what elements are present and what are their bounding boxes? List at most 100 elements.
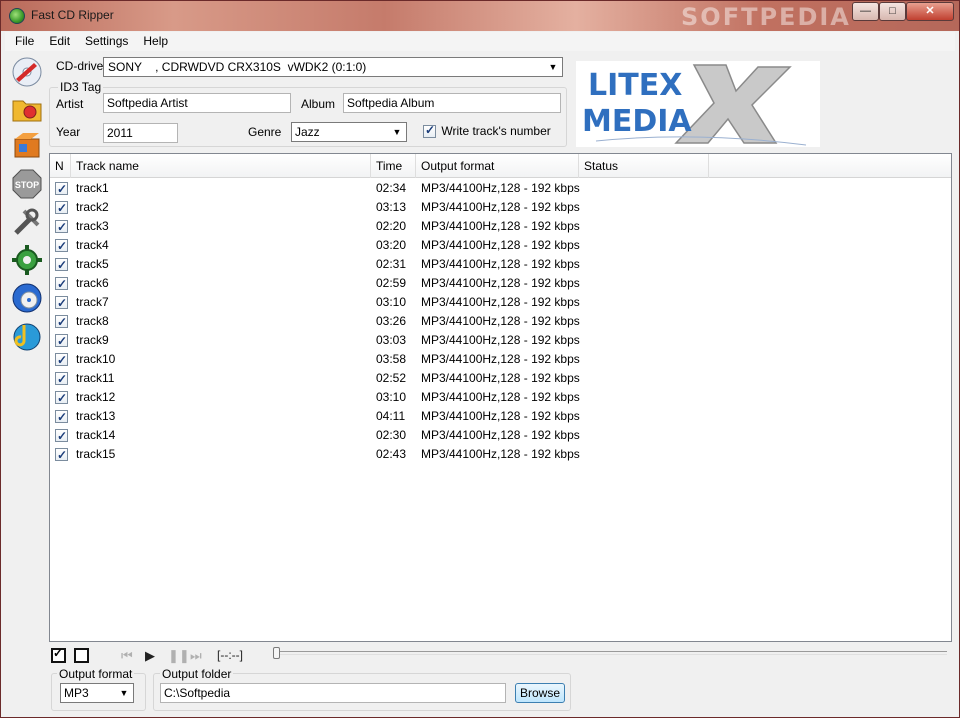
- minimize-button[interactable]: —: [852, 2, 879, 21]
- year-field[interactable]: 2011: [103, 123, 178, 143]
- cd-web-icon[interactable]: [10, 281, 44, 315]
- track-checkbox[interactable]: [55, 180, 68, 199]
- column-track-name[interactable]: Track name: [71, 154, 371, 178]
- pause-icon[interactable]: ❚❚: [168, 648, 190, 664]
- track-format: MP3/44100Hz,128 - 192 kbps: [421, 200, 580, 214]
- track-checkbox[interactable]: [55, 408, 68, 427]
- track-name: track10: [76, 352, 116, 366]
- track-list[interactable]: N Track name Time Output format Status t…: [49, 153, 952, 642]
- player-controls: ✓ ⏮ ▶ ❚❚ ⏭ [--:--]: [49, 646, 954, 668]
- title-bar[interactable]: Fast CD Ripper SOFTPEDIA — □ ✕: [1, 1, 959, 31]
- track-name: track9: [76, 333, 109, 347]
- track-time: 03:03: [376, 333, 407, 347]
- table-row[interactable]: track15 02:43 MP3/44100Hz,128 - 192 kbps: [50, 445, 951, 465]
- column-output-format[interactable]: Output format: [416, 154, 579, 178]
- play-icon[interactable]: ▶: [145, 648, 155, 664]
- cd-drive-select[interactable]: SONY , CDRWDVD CRX310S vWDK2 (0:1:0) ▼: [103, 57, 563, 77]
- column-time[interactable]: Time: [371, 154, 416, 178]
- track-format: MP3/44100Hz,128 - 192 kbps: [421, 219, 580, 233]
- table-row[interactable]: track7 03:10 MP3/44100Hz,128 - 192 kbps: [50, 293, 951, 313]
- table-row[interactable]: track3 02:20 MP3/44100Hz,128 - 192 kbps: [50, 217, 951, 237]
- track-time: 02:20: [376, 219, 407, 233]
- table-row[interactable]: track12 03:10 MP3/44100Hz,128 - 192 kbps: [50, 388, 951, 408]
- write-track-checkbox[interactable]: [423, 123, 436, 139]
- write-track-number-option[interactable]: Write track's number: [423, 123, 551, 139]
- column-n[interactable]: N: [50, 154, 71, 178]
- track-name: track11: [76, 371, 115, 385]
- output-folder-field[interactable]: C:\Softpedia: [160, 683, 506, 703]
- track-name: track13: [76, 409, 116, 423]
- track-time: 03:10: [376, 390, 407, 404]
- artist-field[interactable]: Softpedia Artist: [103, 93, 291, 113]
- table-row[interactable]: track1 02:34 MP3/44100Hz,128 - 192 kbps: [50, 179, 951, 199]
- logo-line1: LITEX: [588, 68, 682, 103]
- track-name: track5: [76, 257, 109, 271]
- table-row[interactable]: track2 03:13 MP3/44100Hz,128 - 192 kbps: [50, 198, 951, 218]
- gear-icon[interactable]: [10, 243, 44, 277]
- browse-button[interactable]: Browse: [515, 683, 565, 703]
- track-checkbox[interactable]: [55, 218, 68, 237]
- column-status[interactable]: Status: [579, 154, 709, 178]
- uncheck-all-button[interactable]: [74, 648, 89, 663]
- track-time: 02:52: [376, 371, 407, 385]
- track-checkbox[interactable]: [55, 351, 68, 370]
- track-checkbox[interactable]: [55, 275, 68, 294]
- table-row[interactable]: track13 04:11 MP3/44100Hz,128 - 192 kbps: [50, 407, 951, 427]
- list-header: N Track name Time Output format Status: [50, 154, 951, 178]
- track-time: 02:30: [376, 428, 407, 442]
- seek-slider[interactable]: [273, 647, 280, 659]
- app-icon: [9, 8, 25, 24]
- tools-icon[interactable]: [10, 205, 44, 239]
- stop-icon[interactable]: STOP: [10, 167, 44, 201]
- track-format: MP3/44100Hz,128 - 192 kbps: [421, 257, 580, 271]
- table-row[interactable]: track8 03:26 MP3/44100Hz,128 - 192 kbps: [50, 312, 951, 332]
- table-row[interactable]: track10 03:58 MP3/44100Hz,128 - 192 kbps: [50, 350, 951, 370]
- package-icon[interactable]: [10, 129, 44, 163]
- track-checkbox[interactable]: [55, 237, 68, 256]
- menu-edit[interactable]: Edit: [39, 32, 75, 48]
- previous-icon[interactable]: ⏮: [121, 648, 133, 664]
- track-format: MP3/44100Hz,128 - 192 kbps: [421, 333, 580, 347]
- watermark-text: SOFTPEDIA: [681, 3, 851, 31]
- album-field[interactable]: Softpedia Album: [343, 93, 561, 113]
- track-name: track1: [76, 181, 109, 195]
- track-time: 03:26: [376, 314, 407, 328]
- track-checkbox[interactable]: [55, 427, 68, 446]
- track-checkbox[interactable]: [55, 313, 68, 332]
- track-name: track14: [76, 428, 116, 442]
- output-format-select[interactable]: MP3 ▼: [60, 683, 134, 703]
- seek-track[interactable]: [277, 651, 947, 655]
- maximize-button[interactable]: □: [879, 2, 906, 21]
- table-row[interactable]: track11 02:52 MP3/44100Hz,128 - 192 kbps: [50, 369, 951, 389]
- chevron-down-icon: ▼: [119, 688, 129, 698]
- track-name: track8: [76, 314, 109, 328]
- track-name: track6: [76, 276, 109, 290]
- check-all-button[interactable]: ✓: [51, 646, 66, 663]
- next-icon[interactable]: ⏭: [190, 648, 202, 664]
- table-row[interactable]: track4 03:20 MP3/44100Hz,128 - 192 kbps: [50, 236, 951, 256]
- track-checkbox[interactable]: [55, 199, 68, 218]
- track-checkbox[interactable]: [55, 389, 68, 408]
- table-row[interactable]: track5 02:31 MP3/44100Hz,128 - 192 kbps: [50, 255, 951, 275]
- cd-rip-icon[interactable]: [10, 55, 44, 89]
- track-checkbox[interactable]: [55, 256, 68, 275]
- table-row[interactable]: track6 02:59 MP3/44100Hz,128 - 192 kbps: [50, 274, 951, 294]
- folder-icon[interactable]: [10, 91, 44, 125]
- close-button[interactable]: ✕: [906, 2, 954, 21]
- track-checkbox[interactable]: [55, 294, 68, 313]
- track-format: MP3/44100Hz,128 - 192 kbps: [421, 447, 580, 461]
- menu-settings[interactable]: Settings: [75, 32, 133, 48]
- menu-file[interactable]: File: [5, 32, 39, 48]
- track-name: track12: [76, 390, 116, 404]
- genre-select[interactable]: Jazz ▼: [291, 122, 407, 142]
- track-checkbox[interactable]: [55, 370, 68, 389]
- cd-music-icon[interactable]: [10, 319, 44, 353]
- year-label: Year: [56, 125, 81, 139]
- write-track-label: Write track's number: [441, 124, 551, 138]
- table-row[interactable]: track14 02:30 MP3/44100Hz,128 - 192 kbps: [50, 426, 951, 446]
- track-checkbox[interactable]: [55, 446, 68, 465]
- menu-help[interactable]: Help: [133, 32, 173, 48]
- table-row[interactable]: track9 03:03 MP3/44100Hz,128 - 192 kbps: [50, 331, 951, 351]
- litex-media-logo: LITEX MEDIA: [576, 61, 820, 147]
- track-checkbox[interactable]: [55, 332, 68, 351]
